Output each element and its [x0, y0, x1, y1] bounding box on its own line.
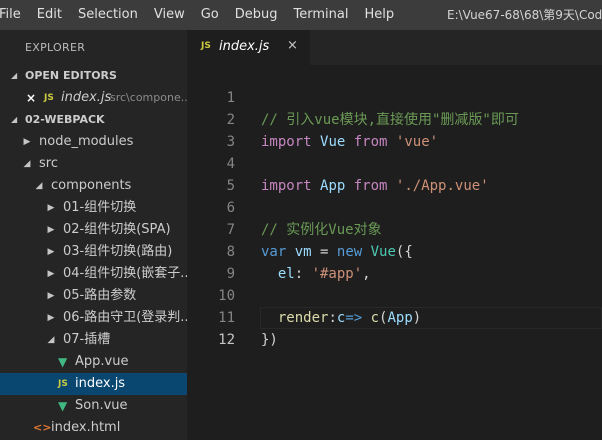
tree-item-folder-02[interactable]: ▶ 02-组件切换(SPA)	[0, 219, 187, 241]
tree-label: 06-路由守卫(登录判...	[63, 310, 187, 325]
project-header[interactable]: ◢ 02-WEBPACK	[0, 109, 187, 131]
menu-go[interactable]: Go	[193, 0, 227, 30]
chevron-right-icon: ▶	[23, 137, 31, 147]
js-file-icon: JS	[44, 93, 54, 103]
code-line: 8 el: '#app',	[187, 219, 602, 282]
menu-selection[interactable]: Selection	[70, 0, 146, 30]
tree-label: 03-组件切换(路由)	[63, 244, 173, 259]
chevron-down-icon: ◢	[47, 335, 55, 345]
tree-label: 05-路由参数	[63, 288, 137, 303]
html-file-icon: <>	[33, 421, 52, 434]
editor-tab-bar: JS index.js ×	[187, 30, 602, 65]
chevron-right-icon: ▶	[47, 269, 55, 279]
chevron-right-icon: ▶	[47, 203, 55, 213]
code-line: 3	[187, 109, 602, 150]
code-line: 4 import App from './App.vue'	[187, 131, 602, 194]
tree-label: index.js	[75, 376, 126, 391]
tree-item-folder-01[interactable]: ▶ 01-组件切换	[0, 197, 187, 219]
js-file-icon: JS	[201, 41, 211, 51]
vue-file-icon: ▼	[58, 355, 68, 369]
close-icon[interactable]: ×	[26, 87, 36, 109]
code-line: 11 })	[187, 285, 602, 348]
explorer-title: EXPLORER	[25, 41, 86, 54]
tree-label: Son.vue	[75, 398, 128, 413]
tree-label: node_modules	[39, 134, 134, 149]
window-title: E:\Vue67-68\68\第9天\Code\	[447, 8, 602, 22]
chevron-down-icon: ◢	[11, 71, 18, 80]
open-editor-item[interactable]: × JS index.js src\compone...	[0, 87, 187, 109]
chevron-down-icon: ◢	[23, 159, 31, 169]
chevron-right-icon: ▶	[47, 291, 55, 301]
open-editor-path: src\compone...	[110, 91, 187, 104]
tab-index-js[interactable]: JS index.js ×	[187, 30, 310, 65]
tree-item-folder-07[interactable]: ◢ 07-插槽	[0, 329, 187, 351]
tree-item-folder-06[interactable]: ▶ 06-路由守卫(登录判...	[0, 307, 187, 329]
tree-label: src	[39, 156, 58, 171]
tree-item-index-js[interactable]: JS index.js	[0, 373, 187, 395]
project-label: 02-WEBPACK	[25, 113, 105, 126]
line-number: 12	[218, 332, 235, 348]
tree-item-app-vue[interactable]: ▼ App.vue	[0, 351, 187, 373]
tree-item-index-html[interactable]: <> index.html	[0, 417, 187, 439]
menu-bar: File Edit Selection View Go Debug Termin…	[0, 0, 602, 30]
tab-label: index.js	[219, 39, 270, 54]
tree-item-node-modules[interactable]: ▶ node_modules	[0, 131, 187, 153]
tree-label: 02-组件切换(SPA)	[63, 222, 171, 237]
tree-item-components[interactable]: ◢ components	[0, 175, 187, 197]
tree-label: 01-组件切换	[63, 200, 137, 215]
vue-file-icon: ▼	[58, 399, 68, 413]
menu-terminal[interactable]: Terminal	[286, 0, 357, 30]
chevron-down-icon: ◢	[11, 115, 18, 124]
tree-label: components	[51, 178, 132, 193]
code-editor[interactable]: 1 // 引入vue模块,直接使用"删减版"即可 2 import Vue fr…	[187, 65, 602, 440]
code-line: 9	[187, 241, 602, 282]
js-file-icon: JS	[58, 379, 68, 389]
chevron-right-icon: ▶	[47, 225, 55, 235]
code-punct: })	[261, 332, 278, 348]
open-editors-header[interactable]: ◢ OPEN EDITORS	[0, 65, 187, 87]
tree-label: index.html	[51, 420, 121, 435]
code-line: 5	[187, 153, 602, 194]
open-editors-label: OPEN EDITORS	[25, 69, 117, 82]
explorer-sidebar: EXPLORER ◢ OPEN EDITORS × JS index.js sr…	[0, 30, 187, 440]
open-editor-name: index.js	[61, 90, 112, 105]
chevron-down-icon: ◢	[35, 181, 43, 191]
tree-item-folder-03[interactable]: ▶ 03-组件切换(路由)	[0, 241, 187, 263]
tree-item-son-vue[interactable]: ▼ Son.vue	[0, 395, 187, 417]
menu-help[interactable]: Help	[356, 0, 402, 30]
menu-debug[interactable]: Debug	[227, 0, 286, 30]
tree-item-folder-04[interactable]: ▶ 04-组件切换(嵌套子...	[0, 263, 187, 285]
code-line: 1 // 引入vue模块,直接使用"删减版"即可	[187, 65, 602, 128]
code-line: 2 import Vue from 'vue'	[187, 87, 602, 150]
tree-label: App.vue	[75, 354, 129, 369]
code-line: 7 var vm = new Vue({	[187, 197, 602, 260]
close-icon[interactable]: ×	[287, 38, 298, 53]
menu-view[interactable]: View	[146, 0, 193, 30]
tree-label: 07-插槽	[63, 332, 111, 347]
code-line: 6 // 实例化Vue对象	[187, 175, 602, 238]
code-line: 10 render:c=> c(App)	[187, 263, 602, 326]
tree-item-src[interactable]: ◢ src	[0, 153, 187, 175]
menu-file[interactable]: File	[0, 0, 29, 30]
tree-item-folder-05[interactable]: ▶ 05-路由参数	[0, 285, 187, 307]
chevron-right-icon: ▶	[47, 313, 55, 323]
menu-edit[interactable]: Edit	[29, 0, 70, 30]
code-line-current: 12	[187, 307, 602, 348]
chevron-right-icon: ▶	[47, 247, 55, 257]
tree-label: 04-组件切换(嵌套子...	[63, 266, 187, 281]
